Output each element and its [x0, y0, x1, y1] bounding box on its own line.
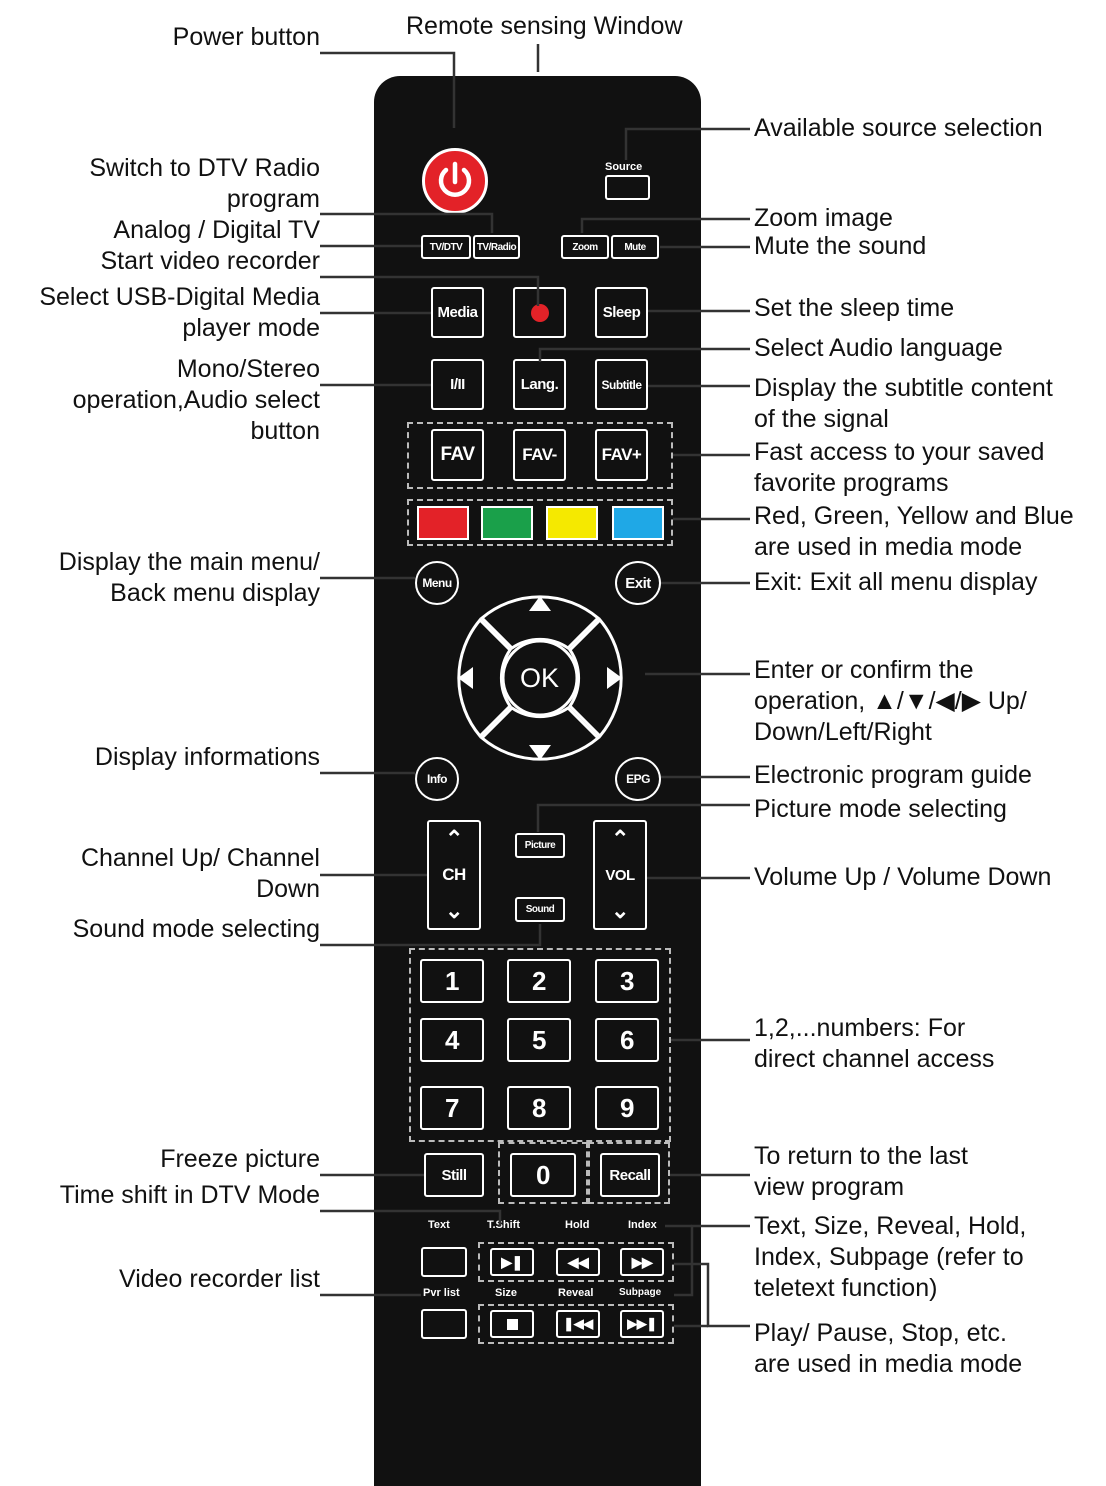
label-line: Mono/Stereo — [176, 355, 320, 383]
label-volume: Volume Up / Volume Down — [754, 862, 1051, 893]
label-line: Select Audio language — [754, 334, 1003, 362]
label-subtitle: Display the subtitle content of the signa… — [754, 373, 1053, 435]
label-usb: Select USB-Digital Media player mode — [39, 282, 320, 344]
label-line: 1,2,...numbers: For — [754, 1014, 966, 1042]
label-mute: Mute the sound — [754, 231, 926, 262]
label-line: Index, Subpage (refer to — [754, 1243, 1024, 1271]
label-picture: Picture mode selecting — [754, 794, 1007, 825]
label-line: button — [250, 417, 320, 445]
label-line: teletext function) — [754, 1274, 938, 1302]
label-line: Start video recorder — [100, 247, 320, 275]
label-line: Time shift in DTV Mode — [59, 1181, 320, 1209]
label-line: Red, Green, Yellow and Blue — [754, 502, 1074, 530]
label-line: Channel Up/ Channel — [80, 844, 320, 872]
label-line: player mode — [182, 314, 320, 342]
label-line: are used in media mode — [754, 533, 1023, 561]
label-line: Electronic program guide — [754, 761, 1032, 789]
label-line: Display the main menu/ — [58, 548, 320, 576]
label-line: direct channel access — [754, 1045, 995, 1073]
label-line: Back menu display — [110, 579, 320, 607]
label-recorder: Start video recorder — [100, 246, 320, 277]
label-epg: Electronic program guide — [754, 760, 1032, 791]
label-line: program — [226, 185, 320, 213]
label-media: Play/ Pause, Stop, etc. are used in media… — [754, 1318, 1022, 1380]
label-line: favorite programs — [754, 469, 949, 497]
label-numbers: 1,2,...numbers: For direct channel access — [754, 1013, 994, 1075]
label-line: Exit: Exit all menu display — [754, 568, 1038, 596]
remote-diagram: Source TV/DTV TV/Radio Zoom Mute Media S… — [0, 0, 1106, 1486]
label-line: Volume Up / Volume Down — [754, 863, 1052, 891]
label-line: Freeze picture — [160, 1145, 320, 1173]
label-line: Analog / Digital TV — [113, 216, 320, 244]
label-line: Picture mode selecting — [754, 795, 1007, 823]
label-menu: Display the main menu/Back menu display — [59, 547, 320, 609]
label-ok: Enter or confirm the operation, ▲/▼/◀/▶ U… — [754, 655, 1027, 748]
label-line: Switch to DTV Radio — [89, 154, 320, 182]
label-line: Fast access to your saved — [754, 438, 1045, 466]
label-line: To return to the last — [754, 1142, 969, 1170]
label-channel: Channel Up/ Channel Down — [81, 843, 320, 905]
label-line: Power button — [172, 23, 320, 51]
label-radio: Switch to DTV Radio program — [89, 153, 320, 215]
label-line: Zoom image — [754, 204, 893, 232]
label-mono: Mono/Stereo operation,Audio select button — [73, 354, 320, 447]
label-line: Down/Left/Right — [754, 718, 932, 746]
label-analog: Analog / Digital TV — [113, 215, 320, 246]
label-info: Display informations — [95, 742, 320, 773]
label-zoom: Zoom image — [754, 203, 893, 234]
label-line: Display the subtitle content — [754, 374, 1053, 402]
label-line: Available source selection — [754, 114, 1043, 142]
label-line: Select USB-Digital Media — [39, 283, 320, 311]
label-power: Power button — [173, 22, 320, 53]
label-freeze: Freeze picture — [160, 1144, 320, 1175]
label-line: operation, ▲/▼/◀/▶ Up/ — [754, 687, 1027, 715]
label-line: operation,Audio select — [72, 386, 320, 414]
label-line: Text, Size, Reveal, Hold, — [754, 1212, 1027, 1240]
label-line: Down — [256, 875, 320, 903]
label-line: Mute the sound — [754, 232, 927, 260]
label-sleep: Set the sleep time — [754, 293, 954, 324]
label-line: are used in media mode — [754, 1350, 1023, 1378]
label-recall: To return to the last view program — [754, 1141, 968, 1203]
label-sound: Sound mode selecting — [73, 914, 320, 945]
label-exit: Exit: Exit all menu display — [754, 567, 1037, 598]
label-teletext: Text, Size, Reveal, Hold, Index, Subpage … — [754, 1211, 1026, 1304]
label-source: Available source selection — [754, 113, 1043, 144]
label-line: of the signal — [754, 405, 889, 433]
label-timeshift: Time shift in DTV Mode — [60, 1180, 320, 1211]
label-colors: Red, Green, Yellow and Blue are used in m… — [754, 501, 1074, 563]
label-line: Set the sleep time — [754, 294, 955, 322]
sensing-window-label: Remote sensing Window — [406, 12, 683, 40]
label-line: Display informations — [94, 743, 320, 771]
label-lang: Select Audio language — [754, 333, 1003, 364]
label-fav: Fast access to your saved favorite progra… — [754, 437, 1044, 499]
label-line: view program — [754, 1173, 905, 1201]
label-line: Sound mode selecting — [72, 915, 320, 943]
label-line: Enter or confirm the — [754, 656, 974, 684]
label-line: Video recorder list — [118, 1265, 320, 1293]
label-line: Play/ Pause, Stop, etc. — [754, 1319, 1007, 1347]
label-pvrlist: Video recorder list — [119, 1264, 320, 1295]
